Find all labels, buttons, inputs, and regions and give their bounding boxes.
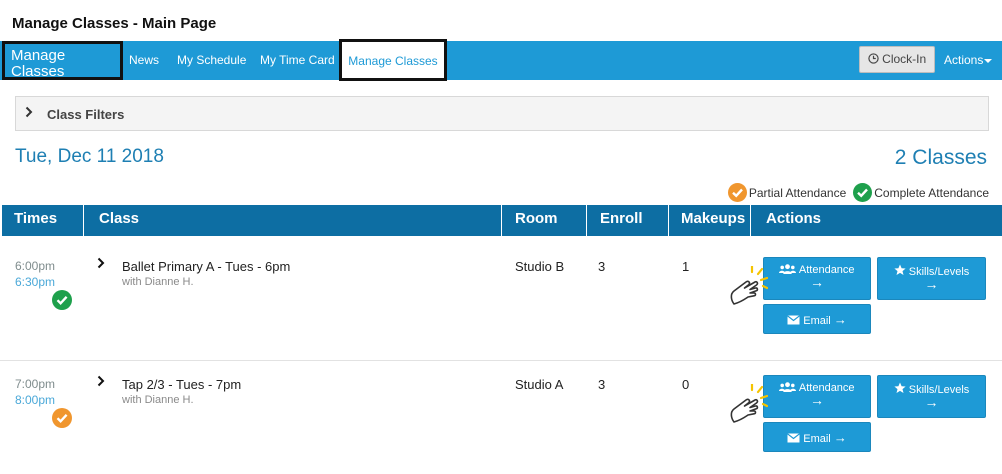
- skills-levels-label: Skills/Levels: [908, 266, 970, 278]
- email-button[interactable]: Email →: [763, 422, 871, 452]
- partial-check-icon: [52, 408, 72, 428]
- arrow-right-icon: →: [924, 276, 939, 292]
- attendance-label: Attendance: [798, 382, 855, 394]
- clock-icon: [868, 53, 879, 64]
- nav-link-my-time-card[interactable]: My Time Card: [260, 53, 335, 67]
- skills-levels-button[interactable]: Skills/Levels →: [877, 257, 986, 300]
- brand-logo[interactable]: Manage Classes EDU: [2, 41, 123, 91]
- class-count: 2 Classes: [894, 146, 987, 169]
- table-row: 6:00pm 6:30pm Ballet Primary A - Tues - …: [0, 236, 1002, 360]
- expand-chevron-icon[interactable]: [97, 256, 105, 272]
- attendance-legend: Partial Attendance Complete Attendance: [727, 182, 989, 203]
- partial-check-icon: [727, 183, 747, 202]
- header-class[interactable]: Class: [83, 205, 501, 236]
- email-label: Email: [803, 315, 831, 327]
- caret-down-icon: [984, 58, 993, 63]
- envelope-icon: [787, 433, 801, 443]
- complete-check-icon: [853, 183, 873, 202]
- class-name-link[interactable]: Ballet Primary A - Tues - 6pm: [122, 259, 290, 274]
- actions-menu-label: Actions: [944, 53, 984, 67]
- arrow-right-icon: →: [810, 392, 824, 408]
- room-value: Studio B: [515, 259, 565, 274]
- users-icon: [779, 264, 797, 274]
- skills-levels-button[interactable]: Skills/Levels →: [877, 375, 986, 418]
- expand-chevron-icon[interactable]: [97, 374, 105, 390]
- arrow-right-icon: →: [833, 312, 847, 327]
- makeups-value: 0: [682, 377, 690, 392]
- chevron-right-icon: [25, 106, 33, 121]
- complete-check-icon: [52, 290, 72, 310]
- actions-menu[interactable]: Actions: [944, 53, 993, 67]
- teacher-name: with Dianne H.: [122, 276, 194, 288]
- header-room[interactable]: Room: [501, 205, 586, 236]
- header-enroll[interactable]: Enroll: [586, 205, 668, 236]
- attendance-button[interactable]: Attendance →: [763, 257, 871, 300]
- users-icon: [779, 382, 797, 392]
- teacher-name: with Dianne H.: [122, 394, 194, 406]
- arrow-right-icon: →: [810, 274, 824, 290]
- clock-in-label: Clock-In: [882, 52, 927, 66]
- nav-link-manage-classes[interactable]: Manage Classes: [339, 39, 447, 81]
- brand-title: Manage Classes: [11, 47, 66, 80]
- legend-complete-label: Complete Attendance: [874, 185, 989, 200]
- enroll-value: 3: [598, 259, 606, 274]
- legend-partial-label: Partial Attendance: [748, 185, 847, 200]
- start-time: 7:00pm: [15, 377, 56, 391]
- end-time: 6:30pm: [15, 275, 56, 289]
- brand-subtitle: EDU: [11, 80, 33, 91]
- star-icon: [894, 264, 906, 275]
- attendance-button[interactable]: Attendance →: [763, 375, 871, 418]
- clock-in-button[interactable]: Clock-In: [859, 46, 935, 73]
- nav-link-news[interactable]: News: [129, 53, 159, 67]
- table-header: Times Class Room Enroll Makeups Actions: [2, 205, 1002, 236]
- arrow-right-icon: →: [924, 394, 939, 410]
- header-makeups[interactable]: Makeups: [668, 205, 750, 236]
- class-filters-label: Class Filters: [47, 107, 125, 122]
- header-actions: Actions: [750, 205, 1002, 236]
- pointer-hand-icon: [730, 384, 768, 423]
- makeups-value: 1: [682, 259, 690, 274]
- envelope-icon: [787, 315, 801, 325]
- top-navbar: Manage Classes EDU News My Schedule My T…: [0, 39, 1002, 91]
- date-title: Tue, Dec 11 2018: [15, 146, 164, 167]
- table-row: 7:00pm 8:00pm Tap 2/3 - Tues - 7pm with …: [0, 360, 1002, 474]
- arrow-right-icon: →: [833, 430, 847, 445]
- class-filters-panel[interactable]: Class Filters: [15, 96, 989, 131]
- attendance-label: Attendance: [798, 264, 855, 276]
- star-icon: [894, 382, 906, 393]
- end-time: 8:00pm: [15, 393, 56, 407]
- start-time: 6:00pm: [15, 259, 56, 273]
- room-value: Studio A: [515, 377, 564, 392]
- nav-link-my-schedule[interactable]: My Schedule: [177, 53, 246, 67]
- email-label: Email: [803, 433, 831, 445]
- pointer-hand-icon: [730, 266, 768, 305]
- email-button[interactable]: Email →: [763, 304, 871, 334]
- skills-levels-label: Skills/Levels: [908, 384, 970, 396]
- enroll-value: 3: [598, 377, 606, 392]
- page-caption: Manage Classes - Main Page: [12, 15, 217, 32]
- class-name-link[interactable]: Tap 2/3 - Tues - 7pm: [122, 377, 241, 392]
- header-times[interactable]: Times: [2, 205, 83, 236]
